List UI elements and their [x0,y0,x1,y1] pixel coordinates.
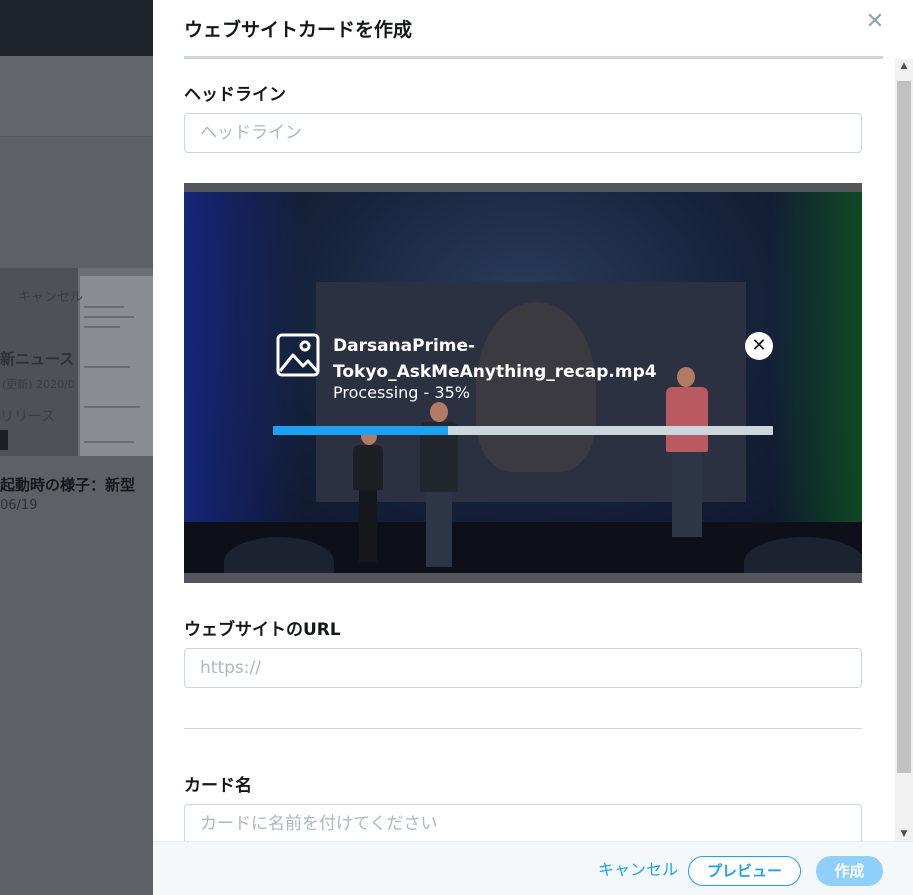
create-website-card-dialog: ウェブサイトカードを作成 ✕ ヘッドライン ヘッドライン DarsanaPrim… [153,0,913,895]
dialog-title: ウェブサイトカードを作成 [184,19,413,41]
scroll-up-arrow-icon[interactable]: ▲ [895,59,913,73]
background-thumb-text: (更新) 2020/0 [2,378,75,391]
card-name-label: カード名 [184,776,252,796]
headline-input[interactable] [184,113,862,153]
website-url-input[interactable] [184,648,862,688]
headline-label: ヘッドライン [184,85,286,105]
background-date: 06/19 [0,498,38,513]
section-divider [184,728,862,729]
preview-button[interactable]: プレビュー [688,856,801,886]
card-name-input[interactable] [184,804,862,841]
background-thumb-text: 新ニュース [0,350,75,368]
dialog-scroll-area: ヘッドライン ヘッドライン DarsanaPrime-Tokyo_AskMeAn… [153,59,895,841]
background-band [0,56,153,137]
website-url-label: ウェブサイトのURL [184,620,341,640]
background-thumbnail: キャンセル 新ニュース (更新) 2020/0 リリース [0,268,153,456]
media-upload-preview: DarsanaPrime-Tokyo_AskMeAnything_recap.m… [184,183,862,583]
upload-filename: DarsanaPrime-Tokyo_AskMeAnything_recap.m… [333,336,657,382]
background-thumb-text: リリース [0,409,56,425]
upload-progress-overlay: DarsanaPrime-Tokyo_AskMeAnything_recap.m… [184,183,862,583]
image-icon [276,333,320,377]
create-button[interactable]: 作成 [816,856,883,886]
close-icon[interactable]: ✕ [863,10,887,34]
background-page: キャンセル 新ニュース (更新) 2020/0 リリース 起動時の様子：新型 0… [0,0,153,895]
dialog-header: ウェブサイトカードを作成 [184,0,883,59]
dialog-scrollbar[interactable]: ▲ ▼ [895,59,913,841]
scrollbar-thumb[interactable] [897,81,911,773]
cancel-upload-icon[interactable]: ✕ [745,332,773,360]
scroll-down-arrow-icon[interactable]: ▼ [895,827,913,841]
dialog-footer: キャンセル プレビュー 作成 [153,841,913,895]
upload-progress-bar [273,426,773,435]
background-thumb-text: キャンセル [18,290,84,305]
upload-status: Processing - 35% [333,383,470,402]
cancel-button[interactable]: キャンセル [598,856,678,880]
background-top-bar [0,0,153,56]
background-headline: 起動時の様子：新型 [0,476,136,494]
upload-progress-fill [273,426,448,435]
